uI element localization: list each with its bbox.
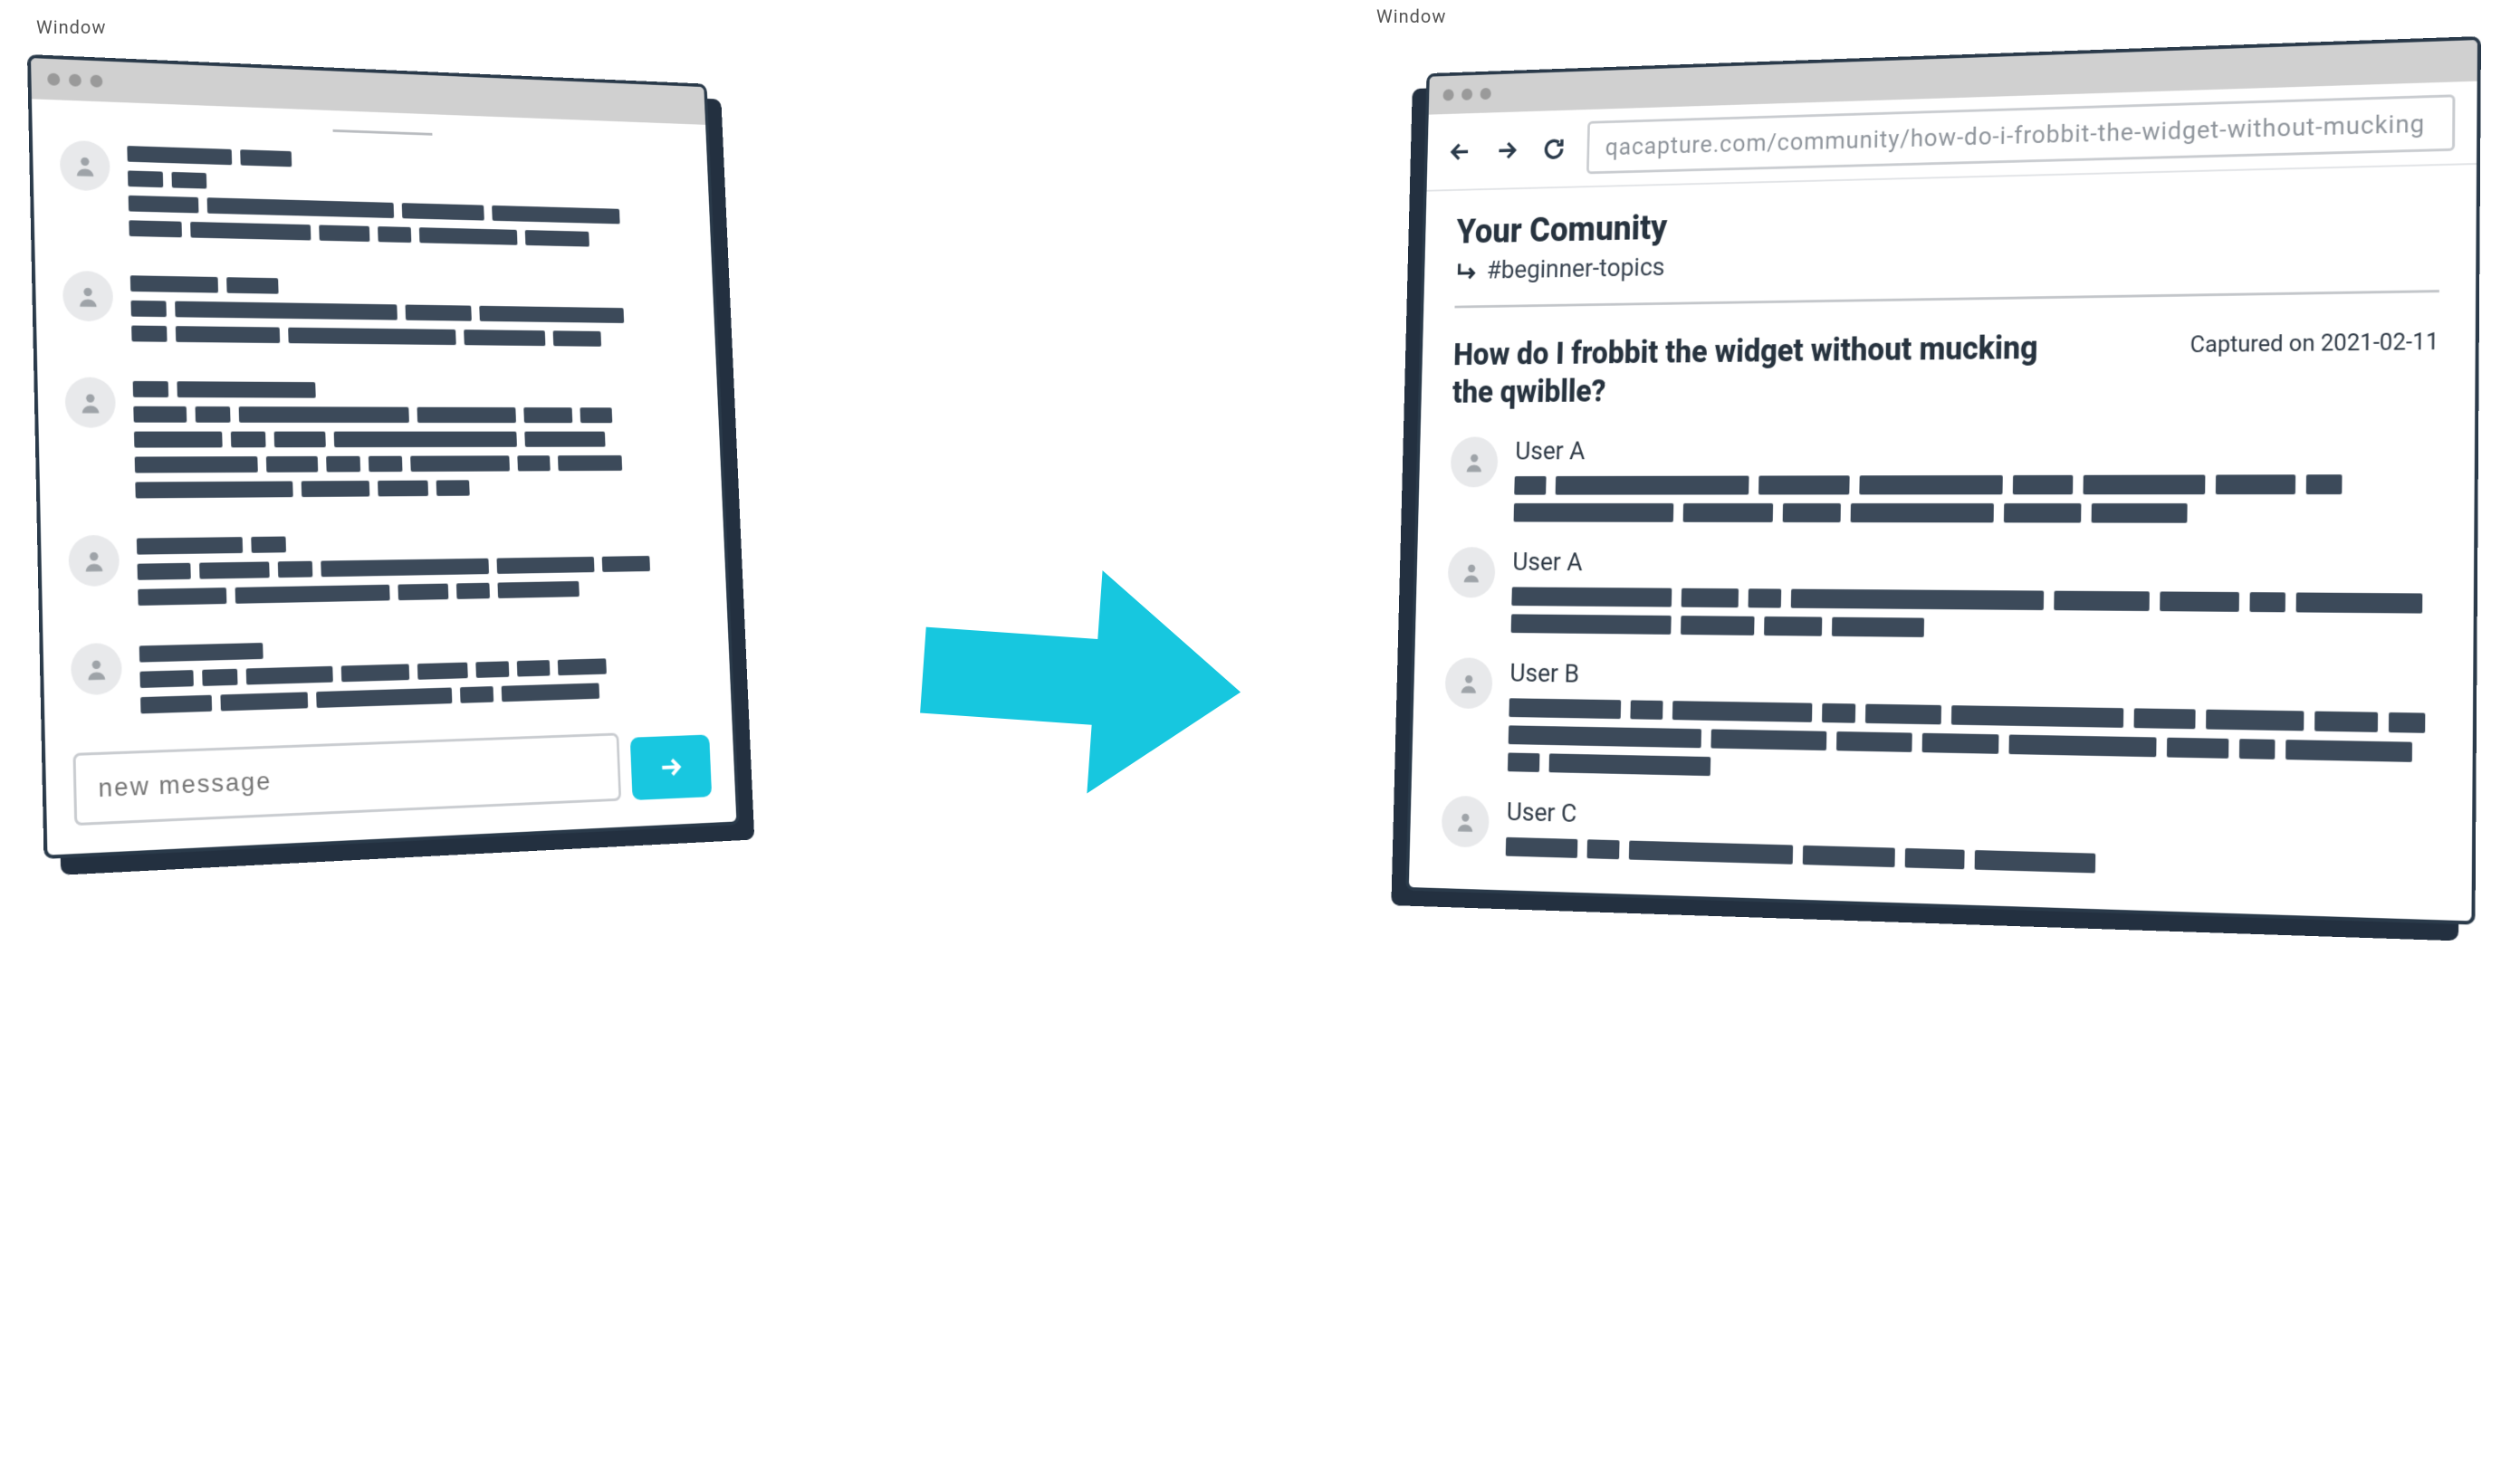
avatar — [64, 377, 116, 427]
avatar — [71, 643, 122, 696]
post-username: User B — [1509, 658, 2437, 702]
window-label-left: Window — [36, 16, 106, 38]
user-icon — [1463, 450, 1486, 473]
user-icon — [1458, 671, 1480, 695]
send-button[interactable] — [630, 734, 712, 800]
web-window: qacapture.com/community/how-do-i-frobbit… — [1405, 36, 2481, 925]
thread-post: User A — [1450, 432, 2439, 523]
url-bar[interactable]: qacapture.com/community/how-do-i-frobbit… — [1586, 94, 2455, 174]
traffic-light-dot — [1442, 89, 1453, 100]
reload-icon — [1542, 136, 1567, 161]
traffic-light-dot — [90, 75, 102, 88]
user-icon — [72, 153, 98, 178]
user-icon — [83, 655, 110, 682]
user-icon — [81, 548, 108, 574]
arrow-left-icon — [1448, 139, 1471, 164]
avatar — [68, 535, 120, 587]
traffic-light-dot — [1461, 89, 1472, 100]
arrow-right-icon — [1495, 137, 1519, 162]
avatar — [1444, 657, 1492, 709]
user-icon — [75, 283, 101, 309]
arrow-right-icon — [657, 752, 685, 783]
post-username: User A — [1515, 432, 2439, 466]
chat-message — [64, 377, 699, 508]
avatar — [1442, 796, 1490, 848]
window-label-right: Window — [1376, 5, 1446, 27]
chat-message — [68, 528, 704, 616]
chat-message — [71, 628, 708, 725]
thread-title: How do I frobbit the widget without muck… — [1452, 328, 2075, 411]
thread-post: User B — [1443, 657, 2437, 792]
divider — [1454, 290, 2439, 308]
avatar — [1451, 436, 1499, 487]
thread-post: User C — [1441, 796, 2435, 884]
post-username: User A — [1512, 547, 2438, 582]
chat-message — [60, 140, 688, 258]
user-icon — [1454, 809, 1477, 834]
avatar — [60, 140, 110, 192]
chat-window — [27, 54, 740, 859]
avatar — [1447, 547, 1495, 597]
thread-post: User A — [1446, 547, 2437, 643]
transform-arrow-icon — [905, 543, 1250, 822]
reload-button[interactable] — [1539, 133, 1568, 164]
forward-button[interactable] — [1492, 135, 1521, 166]
user-icon — [1461, 560, 1483, 584]
chat-message — [62, 271, 693, 356]
post-content-redacted — [1511, 587, 2438, 643]
divider — [333, 129, 433, 136]
sublevel-icon — [1455, 259, 1478, 282]
post-content-redacted — [1514, 474, 2439, 523]
captured-timestamp: Captured on 2021-02-11 — [2190, 329, 2439, 358]
traffic-light-dot — [47, 73, 60, 86]
traffic-light-dot — [69, 74, 81, 87]
user-icon — [78, 390, 103, 416]
compose-area — [72, 730, 712, 826]
traffic-light-dot — [1480, 88, 1491, 100]
avatar — [62, 271, 114, 321]
message-input[interactable] — [72, 732, 621, 826]
post-content-redacted — [1508, 698, 2437, 792]
channel-name: #beginner-topics — [1486, 253, 1664, 285]
back-button[interactable] — [1446, 136, 1475, 167]
